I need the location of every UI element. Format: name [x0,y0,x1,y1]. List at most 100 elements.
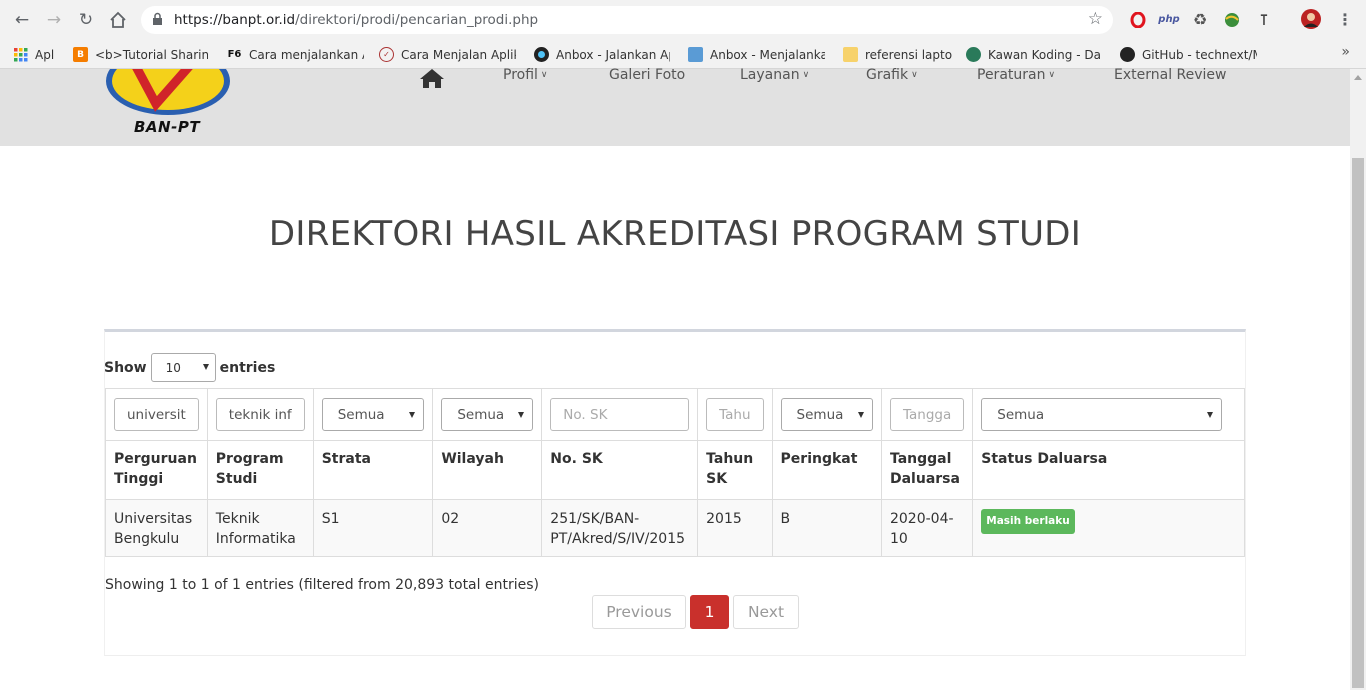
bookmark-label: Apl [35,47,55,62]
cell-perguruan-tinggi: Universitas Bengkulu [105,499,208,557]
bookmark-label: Cara menjalankan Ap [249,47,364,62]
column-header-tahun-sk[interactable]: Tahun SK [697,440,773,500]
menu-label: External Review [1114,67,1227,83]
page-length-select[interactable]: 10 [150,353,216,382]
menu-label: Layanan [740,67,800,83]
bookmark-label: Anbox - Jalankan Apl [556,47,670,62]
kawan-koding-icon [966,47,981,62]
menu-layanan[interactable]: Layanan ∨ [740,67,809,83]
filter-no-sk-input[interactable]: No. SK [550,398,690,431]
bookmark-tutorial-sharing[interactable]: B <b>Tutorial Sharing [73,44,208,65]
chevron-down-icon: ∨ [1048,70,1056,80]
cell-program-studi: Teknik Informatika [206,499,314,557]
filter-perguruan-tinggi-input[interactable]: universit [114,398,199,431]
apps-grid-icon [13,47,28,62]
bookmark-kawan-koding[interactable]: Kawan Koding - Dafta [966,44,1101,65]
scroll-up-arrow-icon[interactable] [1354,75,1362,80]
scrollbar-thumb[interactable] [1352,158,1364,688]
chevron-down-icon: ∨ [540,70,548,80]
anbox-icon [534,47,549,62]
filter-cell: Semua [771,388,882,441]
column-header-status-daluarsa[interactable]: Status Daluarsa [972,440,1245,500]
column-header-no-sk[interactable]: No. SK [541,440,699,500]
page-title: DIREKTORI HASIL AKREDITASI PROGRAM STUDI [268,214,1082,254]
php-icon[interactable]: php [1158,9,1180,31]
site-logo-icon: ✓ [379,47,394,62]
page-length-value: 10 [165,361,181,375]
reload-icon[interactable]: ↻ [74,8,98,32]
bookmark-star-icon[interactable]: ☆ [1088,9,1103,29]
opera-icon[interactable] [1127,9,1149,31]
chevron-more-icon[interactable]: » [1341,44,1350,60]
column-header-perguruan-tinggi[interactable]: Perguruan Tinggi [105,440,208,500]
cell-wilayah: 02 [432,499,543,557]
column-header-program-studi[interactable]: Program Studi [206,440,314,500]
next-button[interactable]: Next [733,595,799,629]
column-header-strata[interactable]: Strata [312,440,434,500]
bookmark-label: Anbox - Menjalankan [710,47,825,62]
bookmark-apps[interactable]: Apl [13,44,63,65]
filter-wilayah-select[interactable]: Semua [441,398,534,431]
menu-peraturan[interactable]: Peraturan ∨ [977,67,1055,83]
cell-peringkat: B [771,499,882,557]
filter-cell: Tangga [880,388,974,441]
image-icon [688,47,703,62]
menu-galeri-foto[interactable]: Galeri Foto [609,67,685,83]
menu-label: Grafik [866,67,909,83]
previous-button[interactable]: Previous [592,595,686,629]
bookmark-anbox-menjalankan[interactable]: Anbox - Menjalankan [688,44,825,65]
menu-external-review[interactable]: External Review [1114,67,1227,83]
bookmark-referensi-laptop[interactable]: referensi laptop [843,44,953,65]
filter-program-studi-input[interactable]: teknik inf [215,398,305,431]
menu-profil[interactable]: Profil ∨ [503,67,548,83]
blogger-icon: B [73,47,88,62]
column-header-tanggal-daluarsa[interactable]: Tanggal Daluarsa [880,440,974,500]
table-info: Showing 1 to 1 of 1 entries (filtered fr… [105,577,539,593]
bookmark-cara-menjalan-aplika[interactable]: ✓ Cara Menjalan Aplika [379,44,516,65]
bookmark-github[interactable]: GitHub - technext/M [1120,44,1257,65]
chevron-down-icon: ∨ [911,70,918,80]
bookmarks-bar: Apl B <b>Tutorial Sharing F6 Cara menjal… [0,40,1366,69]
filter-cell: No. SK [541,388,699,441]
column-header-wilayah[interactable]: Wilayah [432,440,543,500]
filter-strata-select[interactable]: Semua [321,398,425,431]
recycle-icon[interactable]: ♻ [1189,9,1211,31]
page-1-button[interactable]: 1 [690,595,729,629]
address-bar[interactable]: https://banpt.or.id/direktori/prodi/penc… [141,6,1113,34]
show-label: Show [104,359,147,376]
globe-icon[interactable] [1221,9,1243,31]
cell-tanggal-daluarsa: 2020-04- 10 [880,499,974,557]
dropdown-arrow-icon [202,364,209,370]
menu-grafik[interactable]: Grafik ∨ [866,67,918,83]
filter-cell: Semua [432,388,543,441]
bookmark-cara-menjalankan[interactable]: F6 Cara menjalankan Ap [227,44,364,65]
filter-cell: teknik inf [206,388,314,441]
bookmark-anbox-jalankan[interactable]: Anbox - Jalankan Apl [534,44,670,65]
results-table: universit teknik inf Semua Semua No. SK … [105,388,1245,557]
bookmark-label: referensi laptop [865,47,953,62]
home-browser-icon[interactable] [106,8,130,32]
filter-status-daluarsa-select[interactable]: Semua [981,398,1222,431]
bookmark-label: Cara Menjalan Aplika [401,47,516,62]
bookmark-label: Kawan Koding - Dafta [988,47,1101,62]
menu-label: Profil [503,67,538,83]
lock-icon [153,12,162,25]
filter-tanggal-daluarsa-input[interactable]: Tangga [889,398,965,431]
dropdown-arrow-icon [1207,412,1213,418]
menu-dots-icon[interactable]: ⋮ [1334,9,1356,31]
dropdown-arrow-icon [409,412,416,418]
avatar[interactable] [1300,9,1322,31]
forward-icon[interactable]: → [42,8,66,32]
filter-cell: Semua [312,388,434,441]
back-icon[interactable]: ← [10,8,34,32]
home-icon[interactable] [419,68,445,90]
github-icon [1120,47,1135,62]
page-scrollbar[interactable] [1350,69,1366,690]
filter-tahun-sk-input[interactable]: Tahu [706,398,764,431]
menu-label: Galeri Foto [609,67,686,83]
filter-peringkat-select[interactable]: Semua [780,398,873,431]
logo-text: BAN-PT [134,118,201,136]
column-header-peringkat[interactable]: Peringkat [771,440,882,500]
person-icon[interactable]: ⊺ [1253,9,1275,31]
page-length-control: Show 10 entries [104,353,275,382]
